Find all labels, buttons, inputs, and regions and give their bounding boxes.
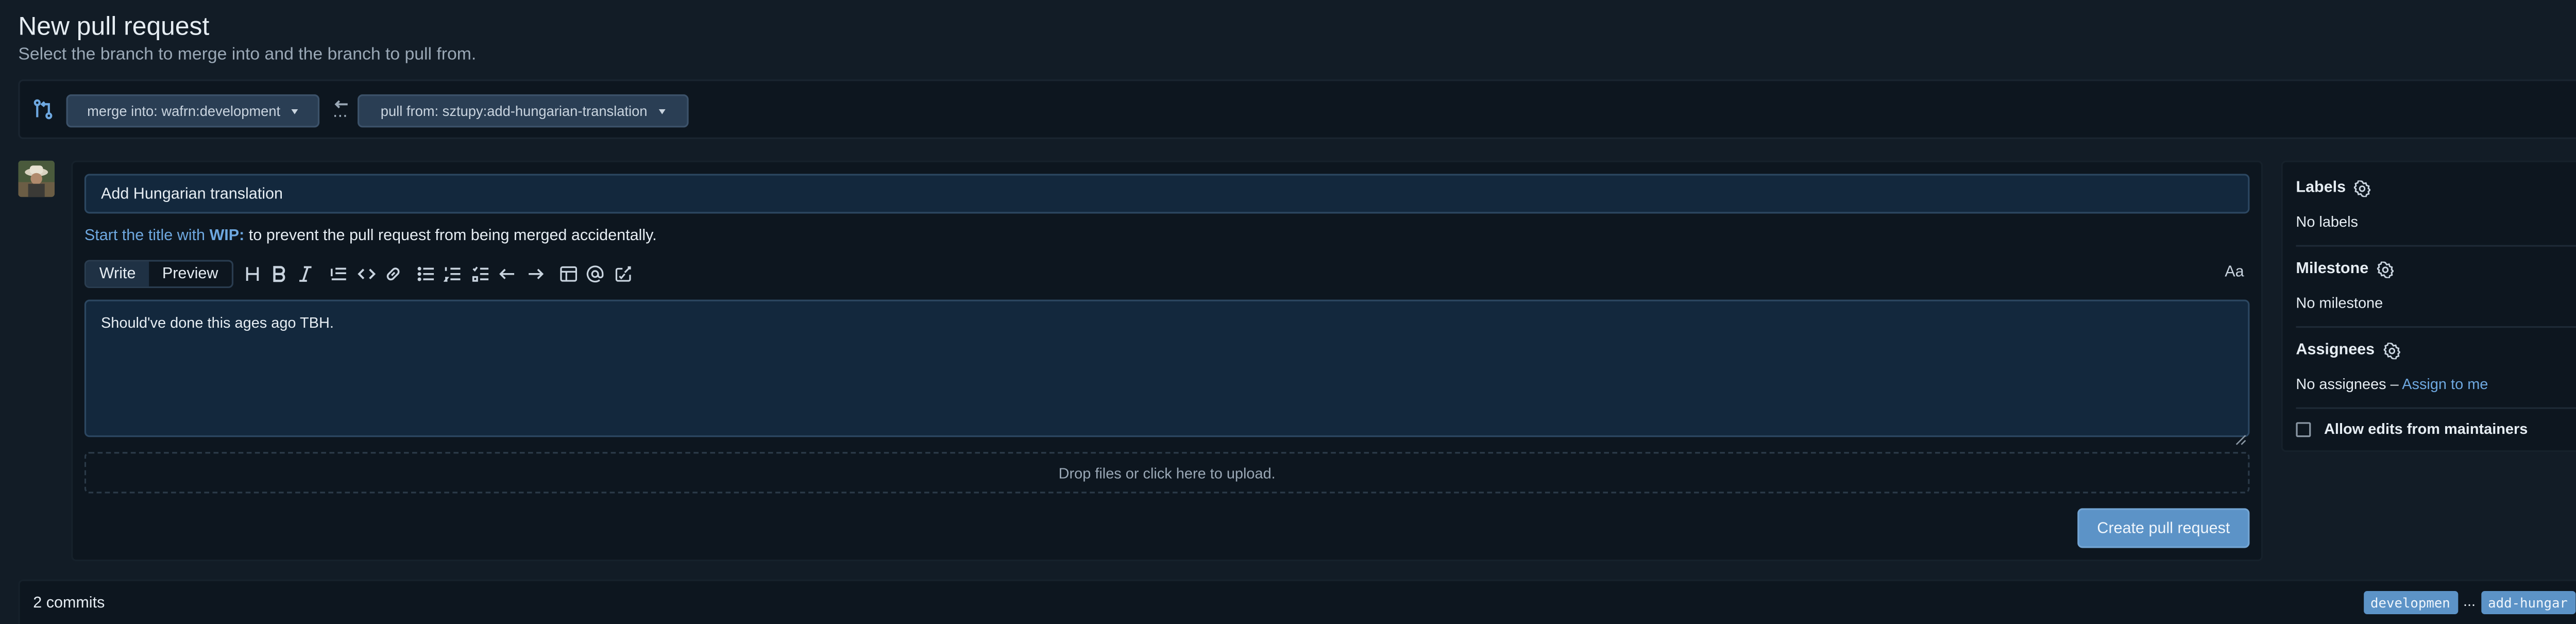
pull-from-branch-select[interactable]: pull from: sztupy:add-hungarian-translat… — [358, 94, 689, 128]
bullet-list-icon[interactable] — [414, 262, 437, 286]
milestone-value: No milestone — [2296, 294, 2383, 312]
title-input[interactable]: Add Hungarian translation — [84, 174, 2250, 214]
compare-branches-icon — [31, 98, 55, 121]
bold-icon[interactable] — [266, 262, 290, 286]
wip-hint: Start the title with WIP: to prevent the… — [84, 227, 657, 245]
milestone-header[interactable]: Milestone — [2296, 260, 2394, 278]
merge-into-branch-select[interactable]: merge into: wafrn:development — [66, 94, 320, 128]
allow-edits-checkbox[interactable] — [2296, 422, 2311, 437]
editor-tabs: Write Preview — [84, 260, 233, 289]
head-ref-badge: add-hungar — [2481, 591, 2576, 615]
chevron-down-icon — [292, 108, 299, 114]
description-textarea[interactable]: Should've done this ages ago TBH. — [84, 299, 2250, 437]
divider — [2296, 407, 2576, 409]
gear-icon[interactable] — [2377, 261, 2394, 278]
ref-separator: ... — [2463, 593, 2476, 610]
commits-count[interactable]: 2 commits — [33, 594, 105, 612]
merge-into-label: merge into: wafrn:development — [87, 103, 281, 120]
table-icon[interactable] — [556, 262, 580, 286]
page-subtitle: Select the branch to merge into and the … — [18, 44, 477, 65]
quote-icon[interactable] — [326, 262, 349, 286]
resize-handle-icon[interactable] — [2235, 424, 2246, 445]
page: New pull request Select the branch to me… — [0, 0, 2576, 624]
assignees-value: No assignees – Assign to me — [2296, 376, 2488, 392]
arrow-left-icon — [331, 98, 351, 121]
font-toggle-button[interactable]: Aa — [2225, 263, 2244, 281]
wip-keyword: WIP: — [209, 227, 245, 245]
chevron-down-icon — [658, 108, 666, 114]
labels-title: Labels — [2296, 179, 2346, 197]
commits-bar — [18, 579, 2576, 624]
italic-icon[interactable] — [293, 262, 316, 286]
assignees-none: No assignees – — [2296, 376, 2402, 393]
tab-preview[interactable]: Preview — [149, 262, 231, 286]
divider — [2296, 326, 2576, 328]
milestone-title: Milestone — [2296, 260, 2369, 278]
sidebar: Labels No labels Milestone No milestone … — [2281, 160, 2576, 452]
wip-hint-link[interactable]: Start the title with — [84, 227, 210, 245]
base-ref-badge: developmen — [2364, 591, 2459, 615]
tab-write[interactable]: Write — [86, 261, 149, 286]
create-pull-request-button[interactable]: Create pull request — [2077, 508, 2250, 548]
page-title: New pull request — [18, 13, 210, 42]
gear-icon[interactable] — [2354, 179, 2371, 196]
code-icon[interactable] — [354, 262, 378, 286]
mention-icon[interactable] — [583, 262, 606, 286]
pull-from-label: pull from: sztupy:add-hungarian-translat… — [380, 103, 648, 120]
numbered-list-icon[interactable] — [440, 262, 464, 286]
wip-hint-text: to prevent the pull request from being m… — [244, 227, 657, 245]
file-upload-dropzone[interactable]: Drop files or click here to upload. — [84, 452, 2250, 494]
task-list-icon[interactable] — [468, 262, 492, 286]
assignees-header[interactable]: Assignees — [2296, 341, 2400, 360]
link-icon[interactable] — [381, 262, 404, 286]
assignees-title: Assignees — [2296, 341, 2375, 360]
labels-value: No labels — [2296, 213, 2359, 230]
allow-edits-label: Allow edits from maintainers — [2324, 420, 2528, 437]
labels-header[interactable]: Labels — [2296, 179, 2371, 197]
assign-to-me-link[interactable]: Assign to me — [2402, 376, 2488, 392]
gear-icon[interactable] — [2383, 342, 2400, 359]
undo-icon[interactable] — [495, 262, 518, 286]
reference-icon[interactable] — [611, 262, 634, 286]
avatar — [18, 160, 55, 197]
redo-icon[interactable] — [523, 262, 546, 286]
heading-icon[interactable] — [240, 262, 263, 286]
divider — [2296, 245, 2576, 247]
